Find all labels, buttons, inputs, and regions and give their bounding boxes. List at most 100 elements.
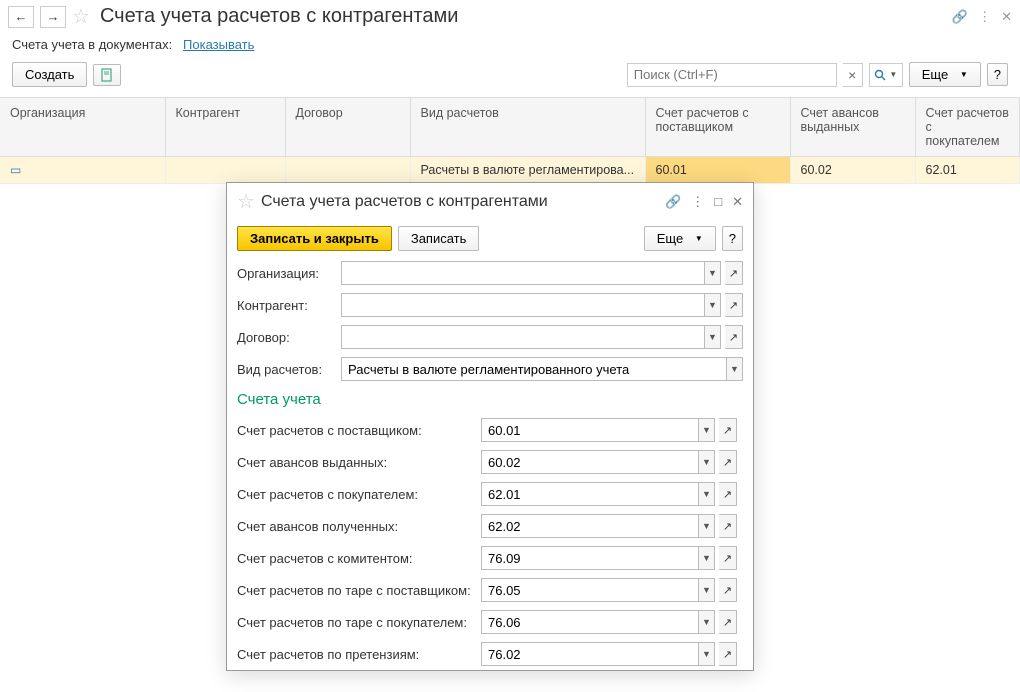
- contract-dropdown-button[interactable]: ▼: [705, 325, 721, 349]
- close-icon[interactable]: ✕: [732, 194, 743, 210]
- col-contract[interactable]: Договор: [285, 98, 410, 157]
- account-label: Счет авансов выданных:: [237, 455, 473, 470]
- arrow-right-icon: →: [47, 9, 60, 24]
- more-button[interactable]: Еще ▼: [909, 62, 981, 87]
- account-input[interactable]: [481, 610, 699, 634]
- account-dropdown-button[interactable]: ▼: [699, 514, 715, 538]
- save-close-button[interactable]: Записать и закрыть: [237, 226, 392, 251]
- chevron-down-icon: ▼: [889, 70, 897, 79]
- contract-open-button[interactable]: ↗: [725, 325, 743, 349]
- account-row: Счет авансов выданных: ▼↗: [227, 446, 753, 478]
- account-open-button[interactable]: ↗: [719, 418, 737, 442]
- account-label: Счет расчетов с комитентом:: [237, 551, 473, 566]
- create-button[interactable]: Создать: [12, 62, 87, 87]
- row-record-icon: ▭: [10, 163, 21, 177]
- account-label: Счет расчетов с поставщиком:: [237, 423, 473, 438]
- chevron-down-icon: ▼: [695, 234, 703, 243]
- col-acc-supplier[interactable]: Счет расчетов с поставщиком: [645, 98, 790, 157]
- col-type[interactable]: Вид расчетов: [410, 98, 645, 157]
- dialog-star-icon[interactable]: ☆: [237, 189, 255, 214]
- page-title: Счета учета расчетов с контрагентами: [100, 5, 458, 28]
- account-open-button[interactable]: ↗: [719, 578, 737, 602]
- contragent-dropdown-button[interactable]: ▼: [705, 293, 721, 317]
- favorite-star-icon[interactable]: ☆: [72, 4, 90, 29]
- account-dropdown-button[interactable]: ▼: [699, 610, 715, 634]
- contragent-label: Контрагент:: [237, 298, 333, 313]
- account-open-button[interactable]: ↗: [719, 482, 737, 506]
- account-label: Счет расчетов по таре с поставщиком:: [237, 583, 473, 598]
- col-contragent[interactable]: Контрагент: [165, 98, 285, 157]
- account-open-button[interactable]: ↗: [719, 546, 737, 570]
- type-input[interactable]: [341, 357, 727, 381]
- account-dropdown-button[interactable]: ▼: [699, 578, 715, 602]
- org-dropdown-button[interactable]: ▼: [705, 261, 721, 285]
- account-open-button[interactable]: ↗: [719, 610, 737, 634]
- col-acc-buyer[interactable]: Счет расчетов с покупателем: [915, 98, 1020, 157]
- data-grid: Организация Контрагент Договор Вид расче…: [0, 97, 1020, 184]
- dialog-help-button[interactable]: ?: [722, 226, 743, 251]
- account-open-button[interactable]: ↗: [719, 642, 737, 666]
- account-row: Счет авансов полученных: ▼↗: [227, 510, 753, 542]
- account-input[interactable]: [481, 450, 699, 474]
- filter-link[interactable]: Показывать: [183, 37, 254, 52]
- link-icon[interactable]: 🔗: [952, 9, 968, 25]
- account-input[interactable]: [481, 642, 699, 666]
- org-input[interactable]: [341, 261, 705, 285]
- edit-dialog: ☆ Счета учета расчетов с контрагентами 🔗…: [226, 182, 754, 671]
- chevron-down-icon: ▼: [960, 70, 968, 79]
- contragent-input[interactable]: [341, 293, 705, 317]
- account-input[interactable]: [481, 578, 699, 602]
- account-row: Счет расчетов по таре с покупателем: ▼↗: [227, 606, 753, 638]
- account-label: Счет расчетов по таре с покупателем:: [237, 615, 473, 630]
- contract-label: Договор:: [237, 330, 333, 345]
- dialog-section-title: Счета учета: [227, 385, 753, 414]
- create-group-button[interactable]: [93, 64, 121, 86]
- account-row: Счет расчетов по таре с поставщиком: ▼↗: [227, 574, 753, 606]
- org-open-button[interactable]: ↗: [725, 261, 743, 285]
- help-button[interactable]: ?: [987, 63, 1008, 86]
- account-dropdown-button[interactable]: ▼: [699, 450, 715, 474]
- document-plus-icon: [100, 68, 114, 82]
- account-dropdown-button[interactable]: ▼: [699, 482, 715, 506]
- account-open-button[interactable]: ↗: [719, 450, 737, 474]
- dialog-more-button[interactable]: Еще ▼: [644, 226, 716, 251]
- type-label: Вид расчетов:: [237, 362, 333, 377]
- org-label: Организация:: [237, 266, 333, 281]
- close-icon[interactable]: ✕: [1001, 9, 1012, 25]
- nav-forward-button[interactable]: →: [40, 6, 66, 28]
- more-vert-icon[interactable]: ⋮: [978, 9, 991, 25]
- account-label: Счет авансов полученных:: [237, 519, 473, 534]
- account-input[interactable]: [481, 514, 699, 538]
- account-label: Счет расчетов с покупателем:: [237, 487, 473, 502]
- search-input[interactable]: [627, 63, 837, 87]
- contract-input[interactable]: [341, 325, 705, 349]
- search-mode-button[interactable]: ▼: [869, 63, 903, 87]
- magnifier-icon: [874, 69, 886, 81]
- link-icon[interactable]: 🔗: [665, 194, 681, 210]
- account-input[interactable]: [481, 418, 699, 442]
- save-button[interactable]: Записать: [398, 226, 480, 251]
- account-row: Счет расчетов с комитентом: ▼↗: [227, 542, 753, 574]
- col-org[interactable]: Организация: [0, 98, 165, 157]
- table-row[interactable]: ▭ Расчеты в валюте регламентирова... 60.…: [0, 157, 1020, 184]
- account-label: Счет расчетов по претензиям:: [237, 647, 473, 662]
- account-dropdown-button[interactable]: ▼: [699, 546, 715, 570]
- maximize-icon[interactable]: □: [714, 194, 722, 209]
- account-row: Счет расчетов с поставщиком: ▼↗: [227, 414, 753, 446]
- filter-label: Счета учета в документах:: [12, 37, 172, 52]
- search-clear-button[interactable]: ×: [843, 63, 863, 87]
- dialog-title: Счета учета расчетов с контрагентами: [261, 193, 548, 211]
- col-acc-advances[interactable]: Счет авансов выданных: [790, 98, 915, 157]
- more-vert-icon[interactable]: ⋮: [691, 194, 704, 210]
- account-open-button[interactable]: ↗: [719, 514, 737, 538]
- arrow-left-icon: ←: [15, 9, 28, 24]
- nav-back-button[interactable]: ←: [8, 6, 34, 28]
- account-input[interactable]: [481, 482, 699, 506]
- account-dropdown-button[interactable]: ▼: [699, 418, 715, 442]
- type-dropdown-button[interactable]: ▼: [727, 357, 743, 381]
- account-row: Счет расчетов с покупателем: ▼↗: [227, 478, 753, 510]
- account-dropdown-button[interactable]: ▼: [699, 642, 715, 666]
- account-input[interactable]: [481, 546, 699, 570]
- contragent-open-button[interactable]: ↗: [725, 293, 743, 317]
- account-row: Счет расчетов по претензиям: ▼↗: [227, 638, 753, 670]
